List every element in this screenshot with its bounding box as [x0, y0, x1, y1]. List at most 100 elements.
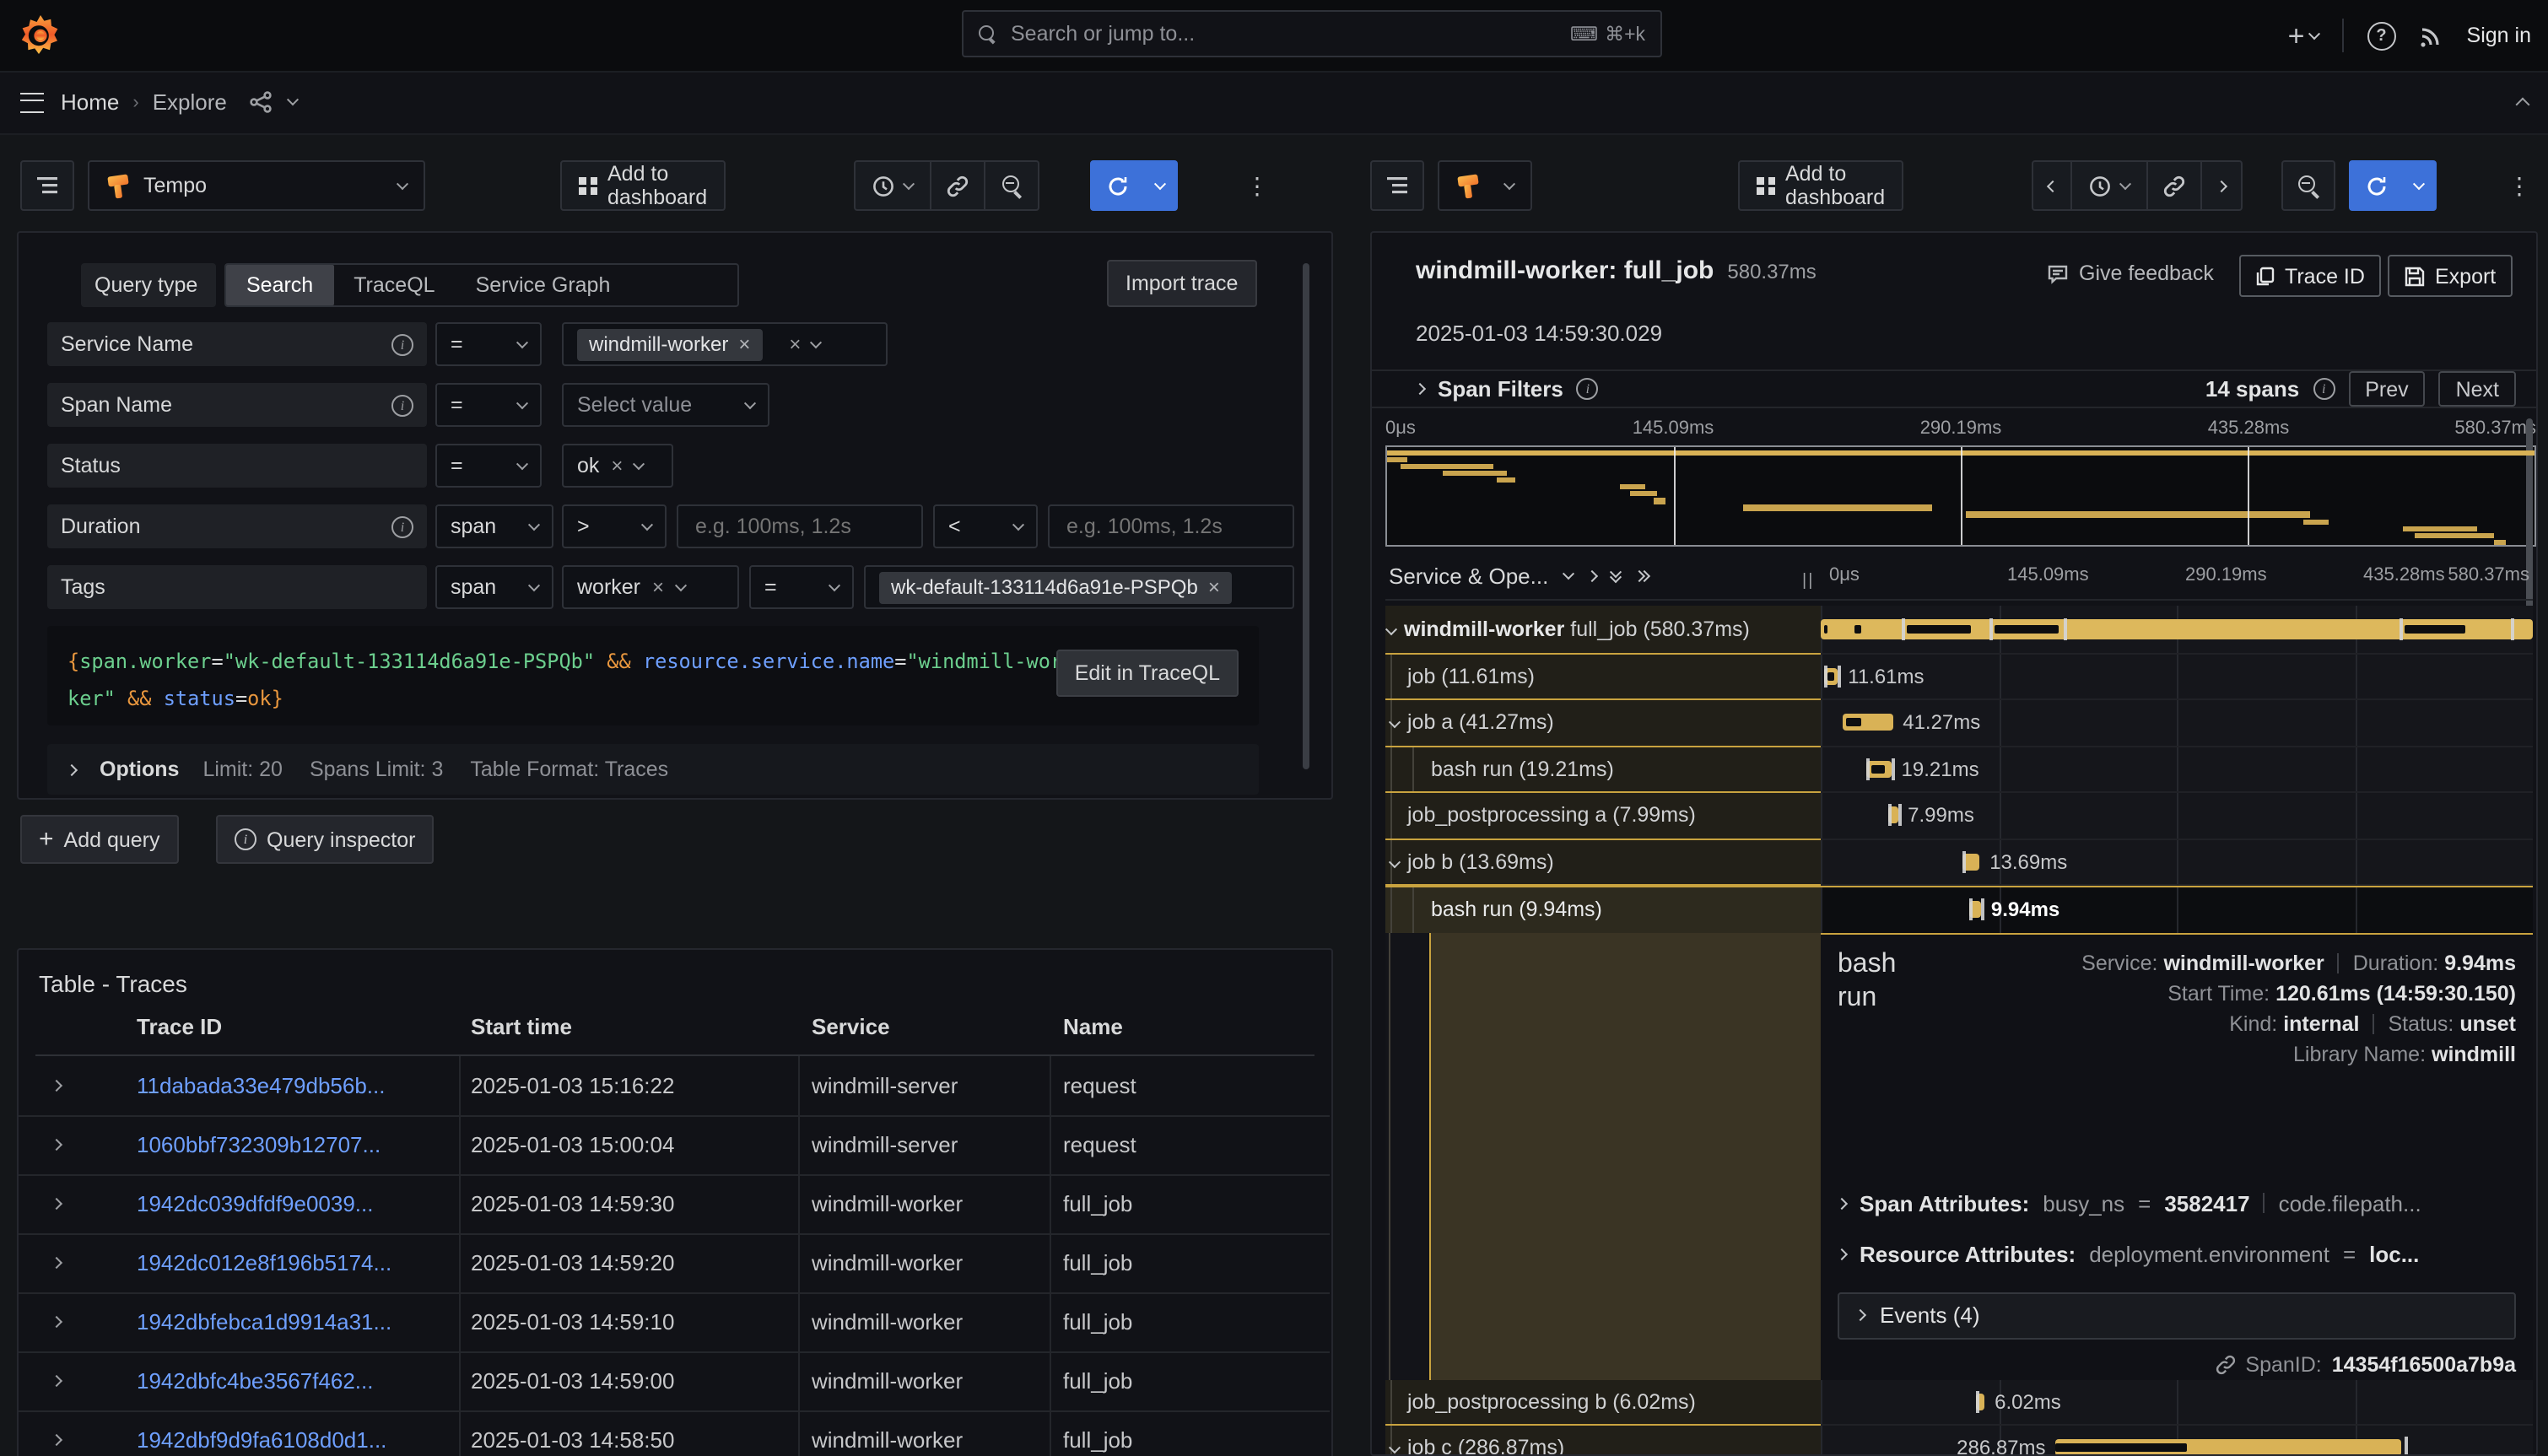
span-name[interactable]: job (11.61ms) [1385, 654, 1821, 700]
clear-icon[interactable]: × [789, 332, 801, 356]
trace-id-link[interactable]: 1942dbf9d9fa6108d0d1... [137, 1410, 386, 1456]
status-operator[interactable]: = [435, 444, 542, 488]
add-to-dashboard-button[interactable]: Add to dashboard [560, 160, 726, 211]
row-expander-icon[interactable] [52, 1233, 61, 1292]
span-row[interactable]: job a (41.27ms)41.27ms [1385, 700, 2533, 747]
query-inspector-button[interactable]: i Query inspector [216, 815, 434, 864]
shift-time-forward-button[interactable] [2202, 160, 2243, 211]
span-row[interactable]: job_postprocessing b (6.02ms)6.02ms [1385, 1379, 2533, 1426]
row-expander-icon[interactable] [52, 1115, 61, 1174]
zoom-out-button[interactable] [2281, 160, 2335, 211]
collapse-panel-icon[interactable] [2518, 89, 2528, 115]
clear-icon[interactable]: × [652, 575, 664, 599]
menu-toggle-icon[interactable] [20, 92, 44, 112]
trace-id-link[interactable]: 1942dc039dfdf9e0039... [137, 1174, 374, 1233]
refresh-interval-dropdown[interactable] [1144, 160, 1178, 211]
tags-scope[interactable]: span [435, 565, 553, 609]
refresh-button[interactable] [1090, 160, 1144, 211]
refresh-button[interactable] [2349, 160, 2403, 211]
span-timeline-cell[interactable] [1821, 606, 2533, 654]
duration-max-input[interactable] [1063, 513, 1279, 540]
import-trace-button[interactable]: Import trace [1107, 260, 1256, 307]
query-outline-button[interactable] [1370, 160, 1424, 211]
span-timeline-cell[interactable]: 13.69ms [1821, 839, 2533, 886]
search-input[interactable] [1007, 20, 1558, 47]
column-header[interactable]: Trace ID [137, 1014, 222, 1039]
span-timeline-cell[interactable]: 41.27ms [1821, 700, 2533, 747]
trace-id-link[interactable]: 1942dbfebca1d9914a31... [137, 1292, 391, 1351]
row-expander-icon[interactable] [52, 1174, 61, 1233]
duration-gt-operator[interactable]: > [562, 504, 667, 548]
grafana-logo-icon[interactable] [17, 12, 64, 59]
link-icon[interactable] [2215, 1354, 2235, 1374]
new-menu-button[interactable]: + [2288, 21, 2319, 50]
span-row[interactable]: job b (13.69ms)13.69ms [1385, 839, 2533, 886]
remove-icon[interactable]: × [1208, 575, 1220, 599]
tags-value[interactable]: wk-default-133114d6a91e-PSPQb× [864, 565, 1294, 609]
global-search[interactable]: ⌨ ⌘+k [962, 10, 1662, 57]
tags-key[interactable]: worker × [562, 565, 739, 609]
span-name[interactable]: windmill-worker full_job (580.37ms) [1385, 606, 1821, 654]
breadcrumb-home[interactable]: Home [61, 89, 119, 115]
time-picker-button[interactable] [2072, 160, 2148, 211]
row-expander-icon[interactable] [52, 1410, 61, 1456]
span-row[interactable]: bash run (9.94ms)9.94ms [1385, 886, 2533, 934]
chevron-down-icon[interactable] [1390, 711, 1399, 735]
span-name[interactable]: job a (41.27ms) [1385, 700, 1821, 747]
more-options-icon[interactable]: ⋮ [2508, 174, 2531, 197]
span-name[interactable]: job_postprocessing a (7.99ms) [1385, 793, 1821, 839]
time-picker-button[interactable] [854, 160, 931, 211]
edit-in-traceql-button[interactable]: Edit in TraceQL [1056, 650, 1239, 697]
service-name-value[interactable]: windmill-worker× × [562, 322, 888, 366]
duration-min-field[interactable] [677, 504, 923, 548]
duration-lt-operator[interactable]: < [933, 504, 1038, 548]
span-timeline-cell[interactable]: 6.02ms [1821, 1379, 2533, 1426]
help-icon[interactable]: ? [2367, 21, 2396, 50]
row-expander-icon[interactable] [52, 1351, 61, 1410]
span-name[interactable]: job b (13.69ms) [1385, 839, 1821, 886]
span-name[interactable]: bash run (9.94ms) [1385, 887, 1821, 934]
clear-icon[interactable]: × [611, 454, 623, 477]
tab-search[interactable]: Search [226, 265, 333, 305]
span-name[interactable]: job_postprocessing b (6.02ms) [1385, 1379, 1821, 1426]
status-value[interactable]: ok × [562, 444, 673, 488]
column-header[interactable]: Service [812, 1014, 890, 1039]
span-name-value[interactable]: Select value [562, 383, 769, 427]
duration-min-input[interactable] [692, 513, 908, 540]
trace-id-link[interactable]: 1060bbf732309b12707... [137, 1115, 381, 1174]
query-options-row[interactable]: Options Limit: 20Spans Limit: 3Table For… [47, 744, 1259, 795]
service-name-chip[interactable]: windmill-worker× [577, 328, 762, 360]
span-timeline-cell[interactable]: 7.99ms [1821, 793, 2533, 839]
zoom-out-button[interactable] [985, 160, 1039, 211]
resource-attributes-row[interactable]: Resource Attributes: deployment.environm… [1838, 1241, 2516, 1266]
span-row[interactable]: job c (286.87ms)286.87ms [1385, 1426, 2533, 1456]
tab-traceql[interactable]: TraceQL [333, 265, 455, 305]
row-expander-icon[interactable] [52, 1292, 61, 1351]
news-rss-icon[interactable] [2420, 24, 2443, 47]
span-name[interactable]: bash run (19.21ms) [1385, 747, 1821, 793]
add-query-button[interactable]: + Add query [20, 815, 179, 864]
span-name-operator[interactable]: = [435, 383, 542, 427]
column-header[interactable]: Name [1063, 1014, 1123, 1039]
refresh-interval-dropdown[interactable] [2403, 160, 2437, 211]
trace-id-link[interactable]: 1942dbfc4be3567f462... [137, 1351, 374, 1410]
datasource-picker[interactable] [1438, 160, 1532, 211]
add-to-dashboard-button[interactable]: Add to dashboard [1738, 160, 1903, 211]
remove-icon[interactable]: × [738, 332, 750, 356]
events-row[interactable]: Events (4) [1838, 1292, 2516, 1339]
share-icon[interactable] [251, 91, 273, 113]
shift-time-back-button[interactable] [2032, 160, 2072, 211]
span-timeline-cell[interactable]: 11.61ms [1821, 654, 2533, 700]
info-icon[interactable]: i [391, 394, 413, 416]
chevron-down-icon[interactable] [1390, 1437, 1399, 1456]
chevron-down-icon[interactable] [1387, 617, 1395, 641]
info-icon[interactable]: i [391, 515, 413, 537]
scrollbar[interactable] [1303, 263, 1309, 769]
service-name-operator[interactable]: = [435, 322, 542, 366]
span-row[interactable]: bash run (19.21ms)19.21ms [1385, 747, 2533, 793]
trace-id-link[interactable]: 11dabada33e479db56b... [137, 1056, 386, 1115]
tags-operator[interactable]: = [749, 565, 854, 609]
span-name[interactable]: job c (286.87ms) [1385, 1426, 1821, 1456]
span-row[interactable]: job (11.61ms)11.61ms [1385, 654, 2533, 700]
duration-max-field[interactable] [1048, 504, 1294, 548]
